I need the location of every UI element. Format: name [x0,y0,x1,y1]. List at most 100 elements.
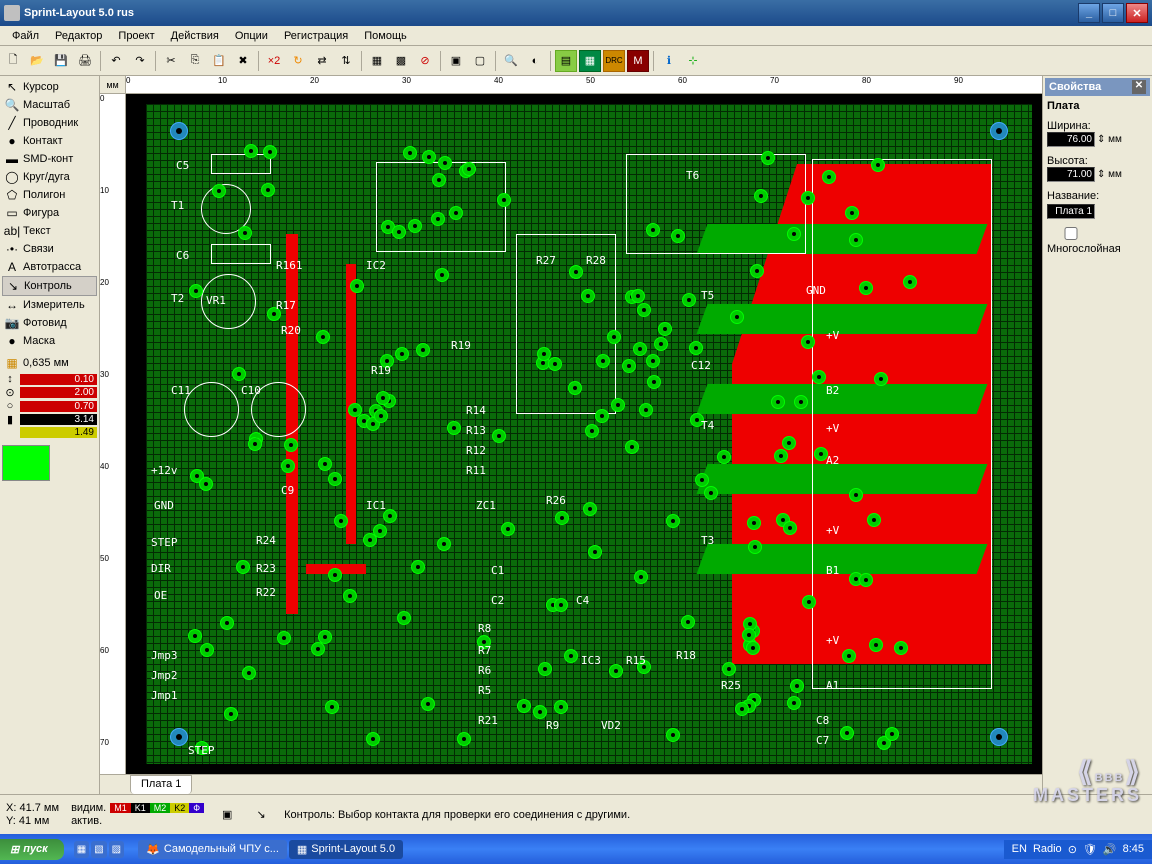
silkscreen-label: Jmp1 [151,689,178,702]
tool-text[interactable]: ab|Текст [2,222,97,240]
param-value: 1.49 [20,427,97,438]
text-icon: ab| [5,224,19,238]
properties-panel: Свойства ✕ Плата Ширина: ⇕ мм Высота: ⇕ … [1042,76,1152,794]
print-button[interactable]: 🖨 [74,50,96,72]
tool-test[interactable]: ↘Контроль [2,276,97,296]
close-button[interactable]: ✕ [1126,3,1148,23]
width-input[interactable] [1047,132,1095,147]
status-tool-2[interactable]: ↘ [250,804,272,826]
tool-zoom[interactable]: 🔍Масштаб [2,96,97,114]
group-button[interactable]: ▣ [445,50,467,72]
toolbar-separator [550,51,551,71]
mirror-v-button[interactable]: ⇅ [335,50,357,72]
mirror-h-button[interactable]: ⇄ [311,50,333,72]
silkscreen-label: ZC1 [476,499,496,512]
tool-mask[interactable]: ●Маска [2,332,97,350]
param-icon: ⊙ [2,386,18,399]
open-file-button[interactable]: 📂 [26,50,48,72]
remove-link-button[interactable]: ⊘ [414,50,436,72]
tool-auto[interactable]: AАвтотрасса [2,258,97,276]
menu-редактор[interactable]: Редактор [47,28,110,44]
snap-button[interactable]: ▩ [390,50,412,72]
undo-button[interactable]: ↶ [105,50,127,72]
tool-link[interactable]: ·•·Связи [2,240,97,258]
taskbar-item[interactable]: 🦊Самодельный ЧПУ с... [138,840,287,859]
name-input[interactable] [1047,204,1095,219]
tool-arc[interactable]: ◯Круг/дуга [2,168,97,186]
silkscreen-label: R22 [256,586,276,599]
menu-проект[interactable]: Проект [110,28,162,44]
layer-indicators[interactable]: M1K1M2K2Ф [110,803,204,813]
tool-photo[interactable]: 📷Фотовид [2,314,97,332]
tool-pad[interactable]: ●Контакт [2,132,97,150]
zoom-button[interactable]: 🔍 [500,50,522,72]
tool-wire[interactable]: ╱Проводник [2,114,97,132]
param-row[interactable]: ↕0.10 [2,373,97,385]
component-button[interactable]: ▤ [555,50,577,72]
silkscreen-label: R23 [256,562,276,575]
param-row[interactable]: 1.49 [2,427,97,438]
tool-poly[interactable]: ⬠Полигон [2,186,97,204]
height-input[interactable] [1047,167,1095,182]
delete-button[interactable]: ✖ [232,50,254,72]
grid-setting[interactable]: ▦ 0,635 мм [2,354,97,372]
tray-icon[interactable]: ⊙ [1068,843,1077,856]
status-tool-1[interactable]: ▣ [216,804,238,826]
menu-действия[interactable]: Действия [163,28,227,44]
silkscreen-label: Jmp3 [151,649,178,662]
info-button[interactable]: ℹ [658,50,680,72]
tool-smd[interactable]: ▬SMD-конт [2,150,97,168]
align-button[interactable]: ▦ [366,50,388,72]
wire-icon: ╱ [5,116,19,130]
close-panel-button[interactable]: ✕ [1132,80,1146,94]
silkscreen-label: R26 [546,494,566,507]
quicklaunch-item[interactable]: ▨ [109,841,124,858]
copy-button[interactable]: ⎘ [184,50,206,72]
unit-label: ⇕ мм [1097,134,1122,145]
canvas-area: мм 0102030405060708090 010203040506070 [100,76,1042,794]
tool-cursor[interactable]: ↖Курсор [2,78,97,96]
scan-button[interactable]: ⊹ [682,50,704,72]
minimize-button[interactable]: _ [1078,3,1100,23]
quicklaunch-item[interactable]: ▦ [74,841,89,858]
window-title: Sprint-Layout 5.0 rus [24,7,1076,19]
start-button[interactable]: ⊞ пуск [0,839,64,860]
silkscreen-label: C5 [176,159,189,172]
drc-button[interactable]: DRC [603,50,625,72]
param-row[interactable]: ▮3.14 [2,413,97,426]
menu-опции[interactable]: Опции [227,28,276,44]
taskbar-item[interactable]: ▦Sprint-Layout 5.0 [289,840,403,859]
clock[interactable]: 8:45 [1123,843,1144,855]
rotate-button[interactable]: ↻ [287,50,309,72]
ungroup-button[interactable]: ▢ [469,50,491,72]
language-indicator[interactable]: EN [1012,843,1027,855]
tray-icon[interactable]: 🛡 [1083,843,1097,856]
paste-button[interactable]: 📋 [208,50,230,72]
macro-button[interactable]: ▦ [579,50,601,72]
silkscreen-label: C4 [576,594,589,607]
menu-помощь[interactable]: Помощь [356,28,415,44]
volume-icon[interactable]: 🔊 [1103,843,1117,856]
cut-button[interactable]: ✂ [160,50,182,72]
param-row[interactable]: ⊙2.00 [2,386,97,399]
duplicate-button[interactable]: ×2 [263,50,285,72]
layers-button[interactable]: ◐ [524,50,546,72]
menu-файл[interactable]: Файл [4,28,47,44]
menu-регистрация[interactable]: Регистрация [276,28,356,44]
multilayer-checkbox[interactable]: Многослойная [1047,231,1121,255]
pcb-canvas[interactable]: C5T1C6T2VR1R161R17R20C11C10+12vGNDC9STEP… [126,94,1042,774]
tab-board-1[interactable]: Плата 1 [130,775,192,794]
tool-shape[interactable]: ▭Фигура [2,204,97,222]
save-button[interactable]: 💾 [50,50,72,72]
new-file-button[interactable]: 🗋 [2,50,24,72]
tool-meas[interactable]: ↔Измеритель [2,296,97,314]
redo-button[interactable]: ↷ [129,50,151,72]
maximize-button[interactable]: □ [1102,3,1124,23]
layer-color-preview[interactable] [2,445,50,481]
silkscreen-label: C12 [691,359,711,372]
radio-label[interactable]: Radio [1033,843,1062,855]
param-row[interactable]: ○0.70 [2,400,97,412]
quicklaunch-item[interactable]: ▧ [91,841,106,858]
ruler-vertical: 010203040506070 [100,94,126,774]
layer-m-button[interactable]: M [627,50,649,72]
